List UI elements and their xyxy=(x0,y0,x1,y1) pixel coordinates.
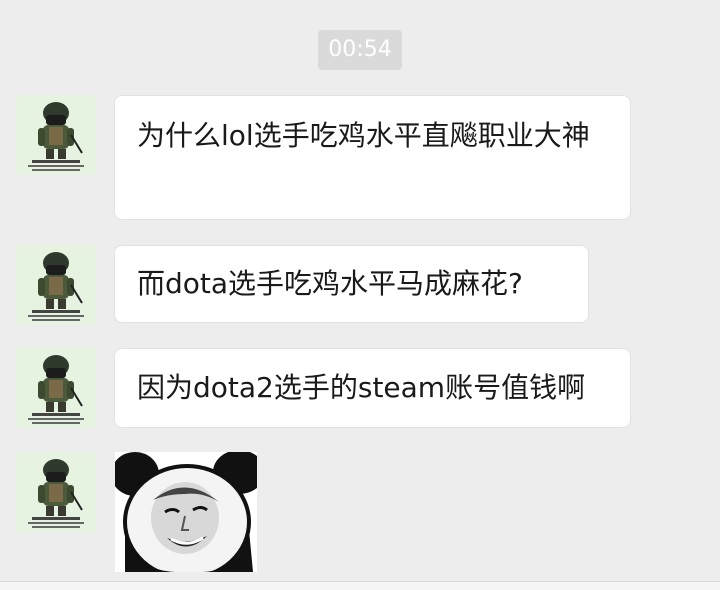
chat-area: 00:54 为什么lol选手吃鸡水平直飚职业大神 而dota选手吃鸡水平马成麻花… xyxy=(0,0,720,590)
sender-avatar[interactable] xyxy=(16,452,96,532)
sticker-message[interactable] xyxy=(115,452,257,572)
sender-avatar[interactable] xyxy=(16,245,96,325)
soldier-avatar-icon xyxy=(16,245,96,325)
input-bar-edge xyxy=(0,581,720,590)
soldier-avatar-icon xyxy=(16,348,96,428)
message-bubble[interactable]: 而dota选手吃鸡水平马成麻花? xyxy=(114,245,589,323)
soldier-avatar-icon xyxy=(16,95,96,175)
soldier-avatar-icon xyxy=(16,452,96,532)
panda-face-meme-icon xyxy=(115,452,257,572)
message-bubble[interactable]: 因为dota2选手的steam账号值钱啊 xyxy=(114,348,631,428)
message-bubble[interactable]: 为什么lol选手吃鸡水平直飚职业大神 xyxy=(114,95,631,220)
sender-avatar[interactable] xyxy=(16,348,96,428)
sender-avatar[interactable] xyxy=(16,95,96,175)
message-timestamp: 00:54 xyxy=(318,30,402,70)
